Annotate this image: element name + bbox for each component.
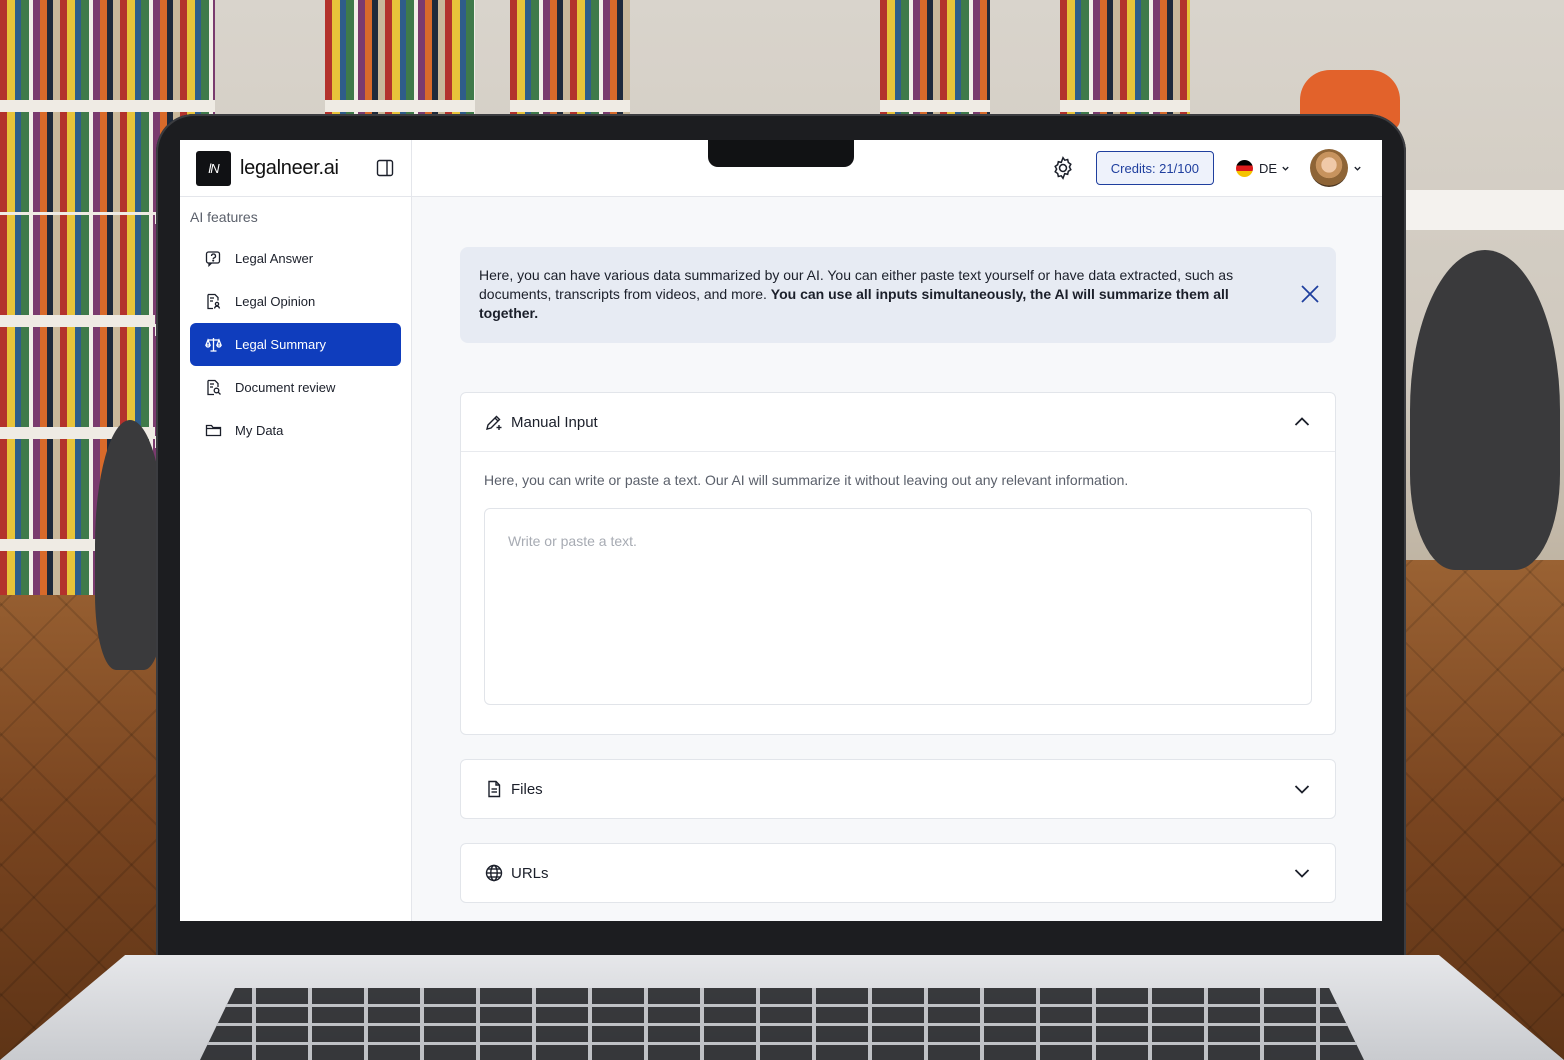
manual-input-panel: Manual Input Here, you can write or past… [460,392,1336,735]
question-doc-icon [204,250,222,268]
urls-panel: URLs [460,843,1336,903]
credits-button[interactable]: Credits: 21/100 [1095,151,1214,185]
sidebar-item-label: My Data [235,423,284,438]
germany-flag-icon [1235,159,1253,177]
chair-right [1410,250,1560,570]
globe-icon [485,864,503,882]
sidebar-item-label: Document review [235,380,336,395]
settings-gear-icon[interactable] [1050,155,1076,181]
main-area: Credits: 21/100 DE Here, you can have va… [412,140,1382,921]
sidebar: lN legalneer.ai AI features Legal Answer… [180,140,412,921]
camera-notch [708,140,854,167]
avatar [1310,149,1348,187]
white-table [1382,190,1564,230]
files-title: Files [511,780,543,798]
close-icon[interactable] [1300,284,1320,304]
brand-header: lN legalneer.ai [180,140,411,197]
content: Here, you can have various data summariz… [412,197,1382,903]
brand-name: legalneer.ai [240,156,339,179]
manual-input-description: Here, you can write or paste a text. Our… [484,472,1129,488]
user-menu[interactable] [1310,149,1362,187]
document-person-icon [204,293,222,311]
sidebar-item-legal-opinion[interactable]: Legal Opinion [190,280,401,323]
chevron-down-icon [1282,166,1289,171]
chevron-down-icon [1354,166,1361,171]
urls-header[interactable]: URLs [461,844,1335,902]
manual-input-title: Manual Input [511,413,598,431]
bookshelf-top-3 [880,0,990,115]
manual-text-input[interactable] [484,508,1312,705]
language-selector[interactable]: DE [1235,159,1290,177]
chevron-up-icon[interactable] [1293,413,1311,431]
file-icon [485,780,503,798]
chevron-down-icon[interactable] [1293,780,1311,798]
bookshelf-top-4 [1060,0,1190,115]
topbar: Credits: 21/100 DE [412,140,1382,197]
ai-features-label: AI features [190,209,258,225]
sidebar-item-label: Legal Summary [235,337,327,352]
chair-left [95,420,165,670]
files-header[interactable]: Files [461,760,1335,818]
sidebar-item-label: Legal Answer [235,251,314,266]
scales-icon [204,336,222,354]
folder-icon [204,422,222,440]
info-banner: Here, you can have various data summariz… [460,247,1336,343]
bookshelf-top-1 [325,0,475,115]
bookshelf-top-2 [510,0,630,115]
sidebar-item-my-data[interactable]: My Data [190,409,401,452]
sidebar-toggle-icon[interactable] [375,158,395,178]
manual-input-header[interactable]: Manual Input [461,393,1335,451]
sidebar-nav: Legal Answer Legal Opinion Legal Summary… [180,233,411,456]
language-code: DE [1258,160,1277,176]
manual-input-body: Here, you can write or paste a text. Our… [461,451,1335,734]
urls-title: URLs [511,864,549,882]
sidebar-item-legal-answer[interactable]: Legal Answer [190,237,401,280]
sidebar-item-document-review[interactable]: Document review [190,366,401,409]
document-search-icon [204,379,222,397]
files-panel: Files [460,759,1336,819]
sidebar-item-label: Legal Opinion [235,294,316,309]
pencil-plus-icon [485,413,503,431]
sidebar-item-legal-summary[interactable]: Legal Summary [190,323,401,366]
keyboard-rows [200,988,1364,1060]
chevron-down-icon[interactable] [1293,864,1311,882]
app-screen: lN legalneer.ai AI features Legal Answer… [180,140,1382,921]
brand-logo[interactable]: lN [196,150,231,186]
